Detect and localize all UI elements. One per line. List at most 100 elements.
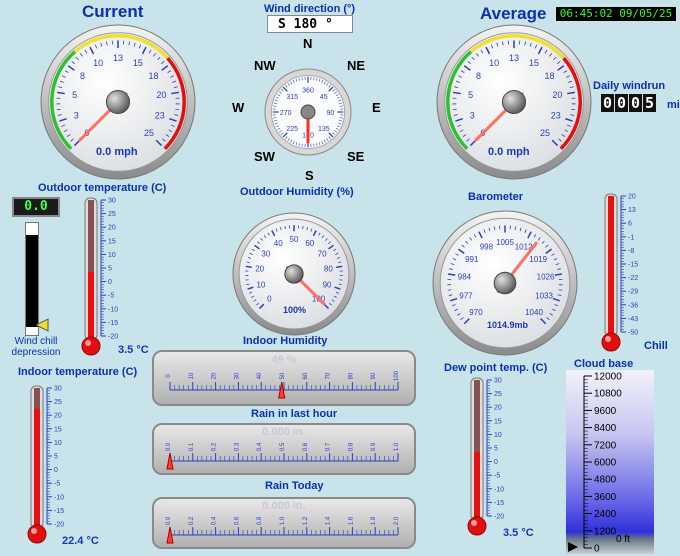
slider-tick-label: 20	[212, 372, 218, 379]
thermometer-tick-label: -50	[628, 330, 638, 337]
dial-tick-label: 60	[305, 239, 314, 248]
thermometer-tick-label: 15	[108, 238, 116, 245]
dial-tick-label: 1033	[535, 292, 553, 301]
thermometer-bulb	[81, 336, 101, 356]
wind-chill-depression-label: Wind chill depression	[11, 336, 61, 358]
indoor-temperature-value: 22.4 °C	[62, 535, 99, 547]
wind-direction-heading: Wind direction (°)	[264, 3, 356, 15]
cloud-base-tick-label: 1200	[594, 526, 617, 537]
windrun-digit: 0	[629, 94, 642, 112]
cloud-base-tick-label: 2400	[594, 509, 617, 520]
compass-tick-label: 225	[286, 126, 298, 133]
dial-tick-label: 20	[552, 90, 562, 100]
cloud-base-panel: 12000 10800 9600 8400 7200 6000 4800 3600 2400 12…	[566, 370, 654, 554]
compass-tick-label: 270	[280, 110, 292, 117]
dial-tick-label: 1019	[529, 255, 547, 264]
daily-windrun-counter: 0 0 0 5	[601, 94, 656, 112]
thermometer-tick-label: 5	[494, 446, 498, 453]
dial-tick	[302, 225, 304, 230]
dial-tick-label: 20	[255, 265, 264, 274]
slider-tick-label: 0.8	[257, 516, 263, 525]
thermometer-tick-label: -36	[628, 302, 638, 309]
dial-tick-label: 3	[470, 111, 475, 121]
daily-windrun-heading: Daily windrun	[593, 80, 666, 92]
slider-tick-label: 80	[348, 372, 354, 379]
dial-tick-label: 25	[540, 128, 550, 138]
average-heading: Average	[480, 4, 547, 23]
thermometer-tick-label: 25	[494, 391, 502, 398]
dial-tick-label: 18	[148, 71, 158, 81]
slider-tick-label: 70	[326, 372, 332, 379]
compass-w: W	[232, 100, 245, 115]
dial-tick-label: 18	[544, 71, 554, 81]
slider-tick-label: 0.3	[234, 442, 240, 451]
slider-tick-label: 40	[257, 372, 263, 379]
rain-today-value: 0.000 in.	[262, 500, 306, 512]
thermometer-tick-label: -22	[628, 275, 638, 282]
thermometer-bulb	[601, 332, 621, 352]
thermometer-tick-label: 20	[108, 225, 116, 232]
thermometer-tick-label: -15	[108, 320, 118, 327]
thermometer-tick-label: -15	[494, 500, 504, 507]
wind-direction-display: S 180 °	[267, 15, 353, 33]
thermometer-bulb	[467, 516, 487, 536]
slider-tick-label: 0.2	[189, 516, 195, 525]
dial-tick-label: 20	[156, 90, 166, 100]
dial-tick-label: 991	[465, 255, 479, 264]
slider-tick-label: 100	[394, 370, 400, 381]
thermometer-tick-label: 30	[108, 198, 116, 205]
thermometer-tick-label: 25	[108, 211, 116, 218]
thermometer-tick-label: 10	[494, 432, 502, 439]
thermometer-tick-label: -10	[494, 486, 504, 493]
dial-tick-label: 5	[72, 90, 77, 100]
cloud-base-heading: Cloud base	[574, 358, 634, 370]
dial-tick-label: 1040	[525, 308, 543, 317]
cloud-base-tick-label: 12000	[594, 372, 622, 383]
indoor-temperature-heading: Indoor temperature (C)	[18, 366, 138, 378]
thermometer-bulb	[27, 524, 47, 544]
thermometer-tick-label: -15	[628, 262, 638, 269]
compass-nw: NW	[254, 58, 276, 73]
dial-tick-label: 970	[469, 308, 483, 317]
dial-tick-label: 998	[480, 242, 494, 251]
dial-tick-label: 80	[324, 265, 333, 274]
thermometer-tick-label: -5	[108, 293, 114, 300]
thermometer-tick-label: -1	[628, 234, 634, 241]
average-wind-speed-gauge: 035810131518202325	[436, 24, 592, 180]
cloud-base-tick-label: 0	[594, 544, 600, 555]
compass-tick-label: 360	[302, 88, 314, 95]
thermometer-tick-label: -43	[628, 316, 638, 323]
outdoor-humidity-gauge: 0102030405060708090100	[232, 212, 356, 336]
slider-tick-label: 1.8	[371, 516, 377, 525]
current-wind-speed-value: 0.0 mph	[96, 146, 138, 158]
thermometer-tick-label: 25	[54, 399, 62, 406]
dial-hub	[501, 89, 527, 115]
thermometer-tick-label: -20	[54, 522, 64, 529]
thermometer-tick-label: -20	[108, 334, 118, 341]
thermometer-level	[88, 272, 94, 342]
slider-tick-label: 30	[234, 372, 240, 379]
slider-tick-label: 10	[189, 372, 195, 379]
windrun-digit: 5	[643, 94, 656, 112]
slider-tick-label: 1.2	[303, 516, 309, 525]
compass-ne: NE	[347, 58, 366, 73]
thermometer-tick-label: 10	[108, 252, 116, 259]
thermometer-level	[608, 196, 614, 338]
cloud-base-tick-label: 7200	[594, 440, 617, 451]
thermometer-tick-label: 5	[108, 266, 112, 273]
dew-point-thermometer: 30 25 20 15 10 5 0 -5 -10 -15 -20	[467, 377, 504, 536]
thermometer-tick-label: 20	[54, 413, 62, 420]
rain-last-hour-scale: 0.0 0.1 0.2 0.3 0.4 0.5 0.6 0.7 0.8 0.9 1.0	[166, 442, 400, 470]
thermometer-tick-label: -10	[54, 494, 64, 501]
dew-point-value: 3.5 °C	[503, 527, 534, 539]
outdoor-humidity-value: 100%	[283, 305, 307, 315]
outdoor-humidity-heading: Outdoor Humidity (%)	[240, 186, 354, 198]
cloud-base-tick-label: 3600	[594, 492, 617, 503]
barometer-heading: Barometer	[468, 191, 524, 203]
slider-tick-label: 1.0	[394, 442, 400, 451]
dial-tick	[284, 225, 286, 230]
thermometer-tick-label: 30	[494, 378, 502, 385]
dial-tick-label: 13	[509, 53, 519, 63]
slider-tick-label: 1.0	[280, 516, 286, 525]
thermometer-tick-label: -5	[494, 473, 500, 480]
